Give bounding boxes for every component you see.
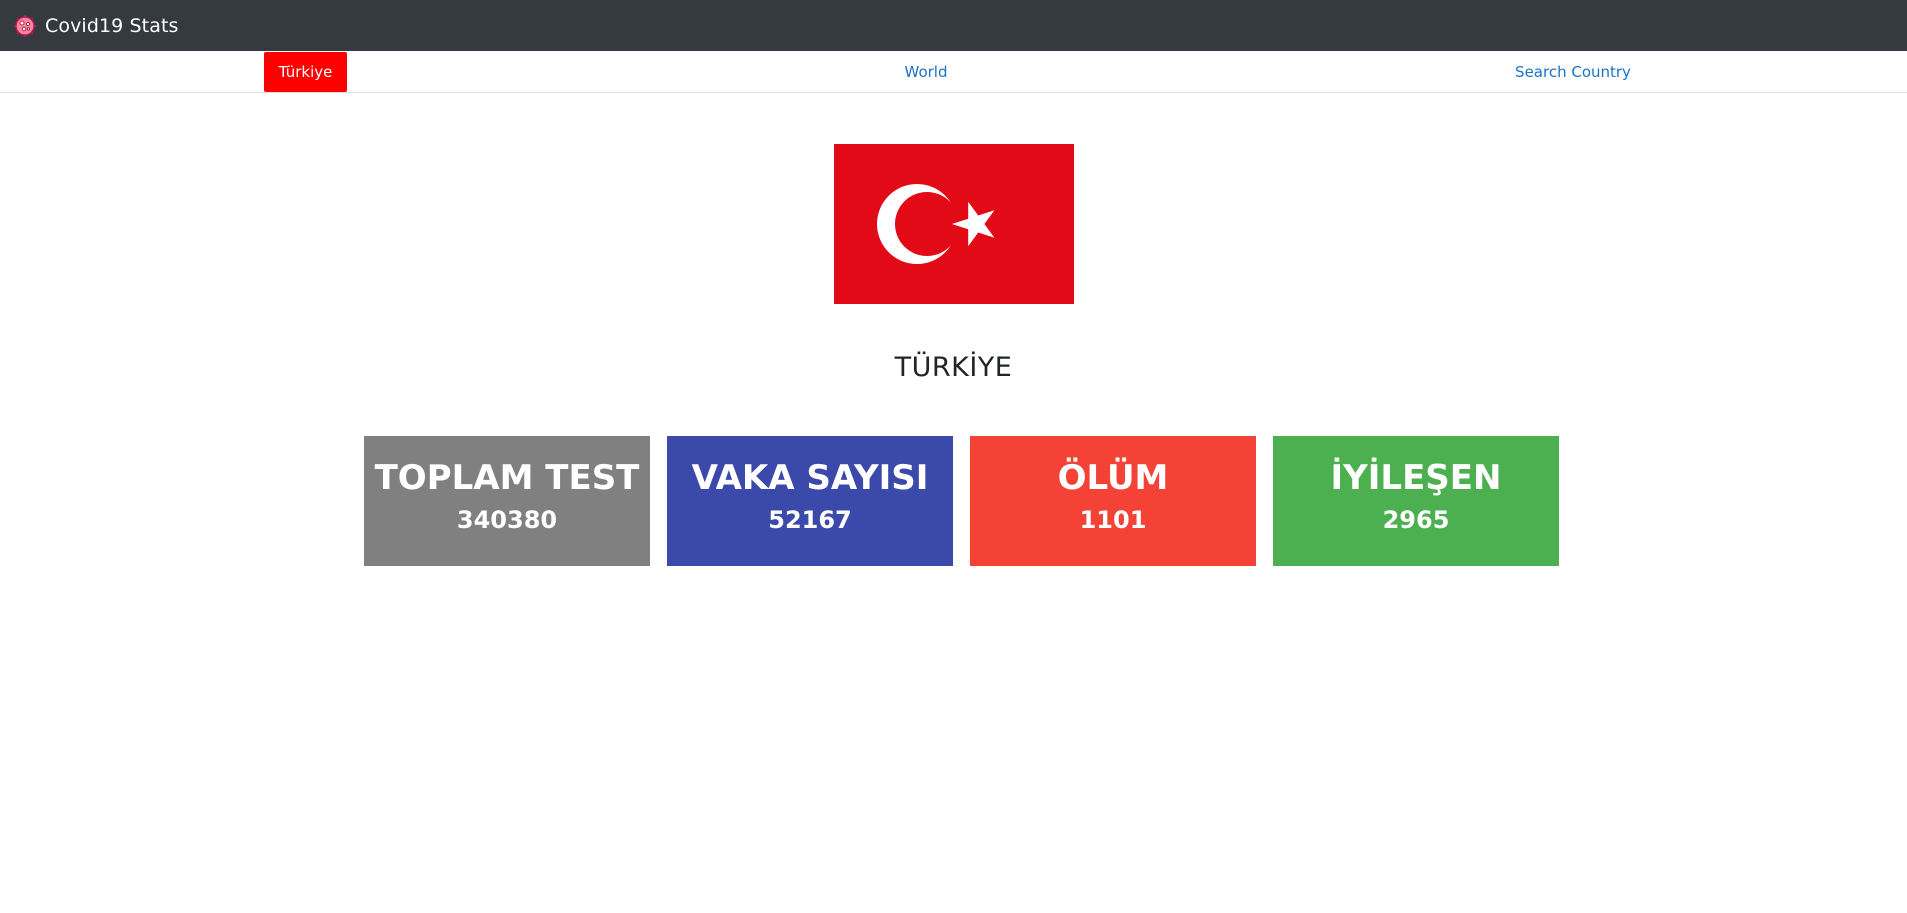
brand-link[interactable]: Covid19 Stats <box>12 13 179 39</box>
stat-label: TOPLAM TEST <box>374 458 640 498</box>
stat-card-deaths: ÖLÜM 1101 <box>970 436 1256 566</box>
stat-value: 340380 <box>456 506 558 534</box>
stat-value: 2965 <box>1382 506 1450 534</box>
country-nav: Türkiye World Search Country <box>0 51 1907 93</box>
stat-card-cases: VAKA SAYISI 52167 <box>667 436 953 566</box>
nav-link-turkiye[interactable]: Türkiye <box>264 52 347 92</box>
stat-label: İYİLEŞEN <box>1330 458 1502 498</box>
top-navbar: Covid19 Stats <box>0 0 1907 51</box>
nav-link-search-country[interactable]: Search Country <box>1503 52 1643 92</box>
stat-card-total-tests: TOPLAM TEST 340380 <box>364 436 650 566</box>
turkey-flag-image <box>834 144 1074 304</box>
brand-title: Covid19 Stats <box>45 14 179 37</box>
country-title: TÜRKİYE <box>894 352 1013 383</box>
stat-label: VAKA SAYISI <box>691 458 929 498</box>
stat-card-recovered: İYİLEŞEN 2965 <box>1273 436 1559 566</box>
nav-link-world[interactable]: World <box>885 52 967 92</box>
stat-value: 1101 <box>1079 506 1147 534</box>
stat-label: ÖLÜM <box>1057 458 1169 498</box>
virus-icon <box>12 13 38 39</box>
stat-value: 52167 <box>768 506 852 534</box>
